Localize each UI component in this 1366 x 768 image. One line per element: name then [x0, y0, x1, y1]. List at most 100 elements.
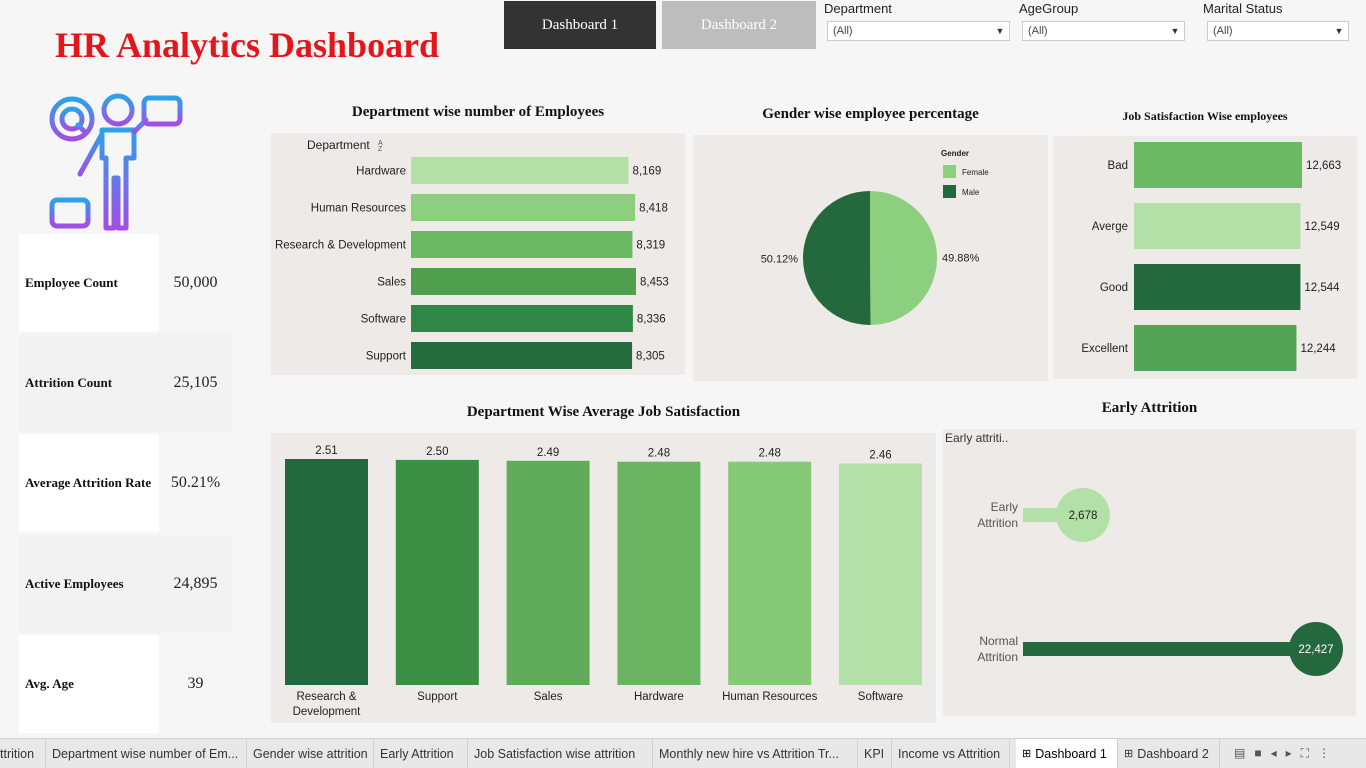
dept-employees-axis-header: Department [307, 138, 370, 152]
tab-gender-wise-attrition[interactable]: Gender wise attrition [247, 739, 374, 768]
dept-employees-value-label: 8,418 [639, 203, 668, 215]
department-filter-select[interactable]: (All) ▼ [827, 21, 1010, 41]
kpi-active-employees-label: Active Employees [19, 535, 159, 633]
early-attrition-bar-early-attrition[interactable] [1023, 508, 1058, 522]
tab-dashboard-1-label: Dashboard 1 [1035, 746, 1107, 761]
dept-employees-category-label: Research & Development [275, 240, 407, 252]
dept-employees-category-label: Sales [377, 277, 406, 289]
tab-department-wise-number[interactable]: Department wise number of Em... [46, 739, 247, 768]
sort-icon-arrow: Z [378, 146, 383, 153]
early-attrition-value-label: 2,678 [1069, 510, 1098, 522]
kpi-average-attrition-rate-value: 50.21% [159, 434, 232, 532]
dept-avg-satisfaction-value-label: 2.51 [315, 445, 337, 457]
gender-legend-label: Female [962, 168, 989, 177]
show-sheets-icon[interactable]: ■ [1254, 746, 1270, 760]
gender-pie-slice-male[interactable] [802, 191, 871, 325]
dept-employees-category-label: Human Resources [311, 203, 406, 215]
dropdown-arrow-icon: ▼ [1170, 26, 1180, 36]
dashboard-icon: ⊞ [1124, 748, 1134, 760]
dept-avg-satisfaction-value-label: 2.50 [426, 446, 448, 458]
dept-avg-satisfaction-category-label: Hardware [634, 691, 684, 703]
dept-avg-satisfaction-category-label: Sales [534, 691, 563, 703]
dept-avg-satisfaction-category-label: Human Resources [722, 691, 817, 703]
filmstrip-icon[interactable]: ▤ [1234, 746, 1254, 760]
early-attrition-category-label: Early [991, 500, 1018, 514]
dashboard-title: HR Analytics Dashboard [55, 25, 440, 65]
dept-employees-title: Department wise number of Employees [351, 104, 605, 120]
dept-employees-value-label: 8,169 [632, 166, 661, 178]
tab-dashboard-1[interactable]: ⊞ Dashboard 1 [1016, 739, 1118, 768]
job-satisfaction-bar-good[interactable] [1134, 264, 1301, 310]
previous-tab-icon[interactable]: ◂ [1271, 746, 1286, 760]
nav-dashboard-2-button[interactable]: Dashboard 2 [662, 1, 816, 49]
tab-dashboard-2[interactable]: ⊞ Dashboard 2 [1118, 739, 1220, 768]
dept-employees-bar-software[interactable] [411, 305, 633, 332]
agegroup-filter-label: AgeGroup [1019, 1, 1079, 16]
dept-employees-category-label: Hardware [356, 166, 406, 178]
job-satisfaction-bar-averge[interactable] [1134, 203, 1301, 249]
dept-avg-satisfaction-bar-human-resources[interactable] [728, 461, 812, 685]
early-attrition-chart[interactable]: Early attriti.. Early Attrition 2,678 Norma… [943, 429, 1356, 716]
job-satisfaction-value-label: 12,663 [1306, 160, 1341, 172]
early-attrition-title: Early Attrition [1101, 400, 1198, 416]
gender-pie-chart[interactable]: Gender 49.88% 50.12% Female Male [693, 135, 1048, 381]
job-satisfaction-category-label: Averge [1092, 221, 1128, 233]
next-tab-icon[interactable]: ▸ [1286, 746, 1301, 760]
job-satisfaction-title: Job Satisfaction Wise employees [1122, 109, 1288, 123]
dept-avg-satisfaction-bar-hardware[interactable] [617, 461, 701, 685]
dept-employees-value-label: 8,336 [637, 314, 666, 326]
kpi-active-employees-value: 24,895 [159, 535, 232, 633]
dept-avg-satisfaction-value-label: 2.48 [648, 448, 670, 460]
expand-icon[interactable]: ⛶ [1301, 746, 1318, 760]
dept-employees-bar-support[interactable] [411, 342, 633, 369]
early-attrition-bar-normal-attrition[interactable] [1023, 642, 1316, 656]
dept-avg-satisfaction-value-label: 2.48 [759, 448, 781, 460]
department-filter-value: (All) [833, 25, 853, 37]
gender-legend-label: Male [962, 188, 980, 197]
early-attrition-axis-header: Early attriti.. [945, 431, 1008, 445]
dept-employees-category-label: Software [361, 314, 406, 326]
dept-employees-bar-sales[interactable] [411, 268, 636, 295]
marital-status-filter-select[interactable]: (All) ▼ [1207, 21, 1349, 41]
marital-status-filter-value: (All) [1213, 25, 1233, 37]
job-satisfaction-chart[interactable]: Bad 12,663 Averge 12,549 Good 12,544 Excellent… [1053, 136, 1357, 379]
tab-kpi[interactable]: KPI [858, 739, 892, 768]
early-attrition-value-label: 22,427 [1298, 644, 1333, 656]
department-filter-label: Department [824, 1, 892, 16]
tab-monthly-new-hire[interactable]: Monthly new hire vs Attrition Tr... [653, 739, 858, 768]
hr-analytics-icon [49, 93, 185, 231]
dept-avg-satisfaction-bar-software[interactable] [839, 463, 922, 685]
tab-job-satisfaction-wise-attrition[interactable]: Job Satisfaction wise attrition [468, 739, 653, 768]
dept-avg-satisfaction-bar-research-development[interactable] [285, 459, 368, 685]
job-satisfaction-bar-excellent[interactable] [1134, 325, 1297, 371]
dept-employees-bar-research-development[interactable] [411, 231, 633, 258]
dept-employees-bar-hardware[interactable] [411, 157, 629, 184]
early-attrition-category-label: Normal [979, 634, 1018, 648]
dept-employees-value-label: 8,453 [640, 277, 669, 289]
dept-avg-satisfaction-chart[interactable]: 2.51 Research & Development 2.50 Support 2.49… [271, 433, 936, 723]
job-satisfaction-category-label: Good [1100, 282, 1128, 294]
gender-legend-title: Gender [941, 149, 969, 158]
tab-early-attrition[interactable]: Early Attrition [374, 739, 468, 768]
tab-attrition[interactable]: ttrition [0, 739, 46, 768]
sheet-tab-bar: ttrition Department wise number of Em...… [0, 738, 1366, 768]
kpi-avg-age-value: 39 [159, 635, 232, 733]
job-satisfaction-bar-bad[interactable] [1134, 142, 1302, 188]
tab-navigation-controls: ▤■◂▸⛶⋮ [1234, 746, 1339, 761]
agegroup-filter-select[interactable]: (All) ▼ [1022, 21, 1185, 41]
dept-avg-satisfaction-bar-support[interactable] [395, 459, 479, 685]
kpi-employee-count-value: 50,000 [159, 234, 232, 332]
marital-status-filter-label: Marital Status [1203, 1, 1283, 16]
dept-avg-satisfaction-bar-sales[interactable] [506, 460, 590, 685]
kpi-attrition-count-value: 25,105 [159, 334, 232, 432]
job-satisfaction-value-label: 12,549 [1304, 221, 1339, 233]
more-icon[interactable]: ⋮ [1318, 746, 1339, 760]
gender-pie-slice-female[interactable] [870, 191, 937, 325]
nav-dashboard-1-button[interactable]: Dashboard 1 [504, 1, 656, 49]
dept-employees-chart[interactable]: Department A Z Hardware 8,169Human Resour… [271, 133, 685, 375]
tab-income-vs-attrition[interactable]: Income vs Attrition [892, 739, 1010, 768]
dept-employees-bar-human-resources[interactable] [411, 194, 636, 221]
gender-pie-title: Gender wise employee percentage [762, 106, 979, 122]
gender-legend-swatch-male [943, 185, 956, 198]
job-satisfaction-category-label: Excellent [1081, 343, 1128, 355]
